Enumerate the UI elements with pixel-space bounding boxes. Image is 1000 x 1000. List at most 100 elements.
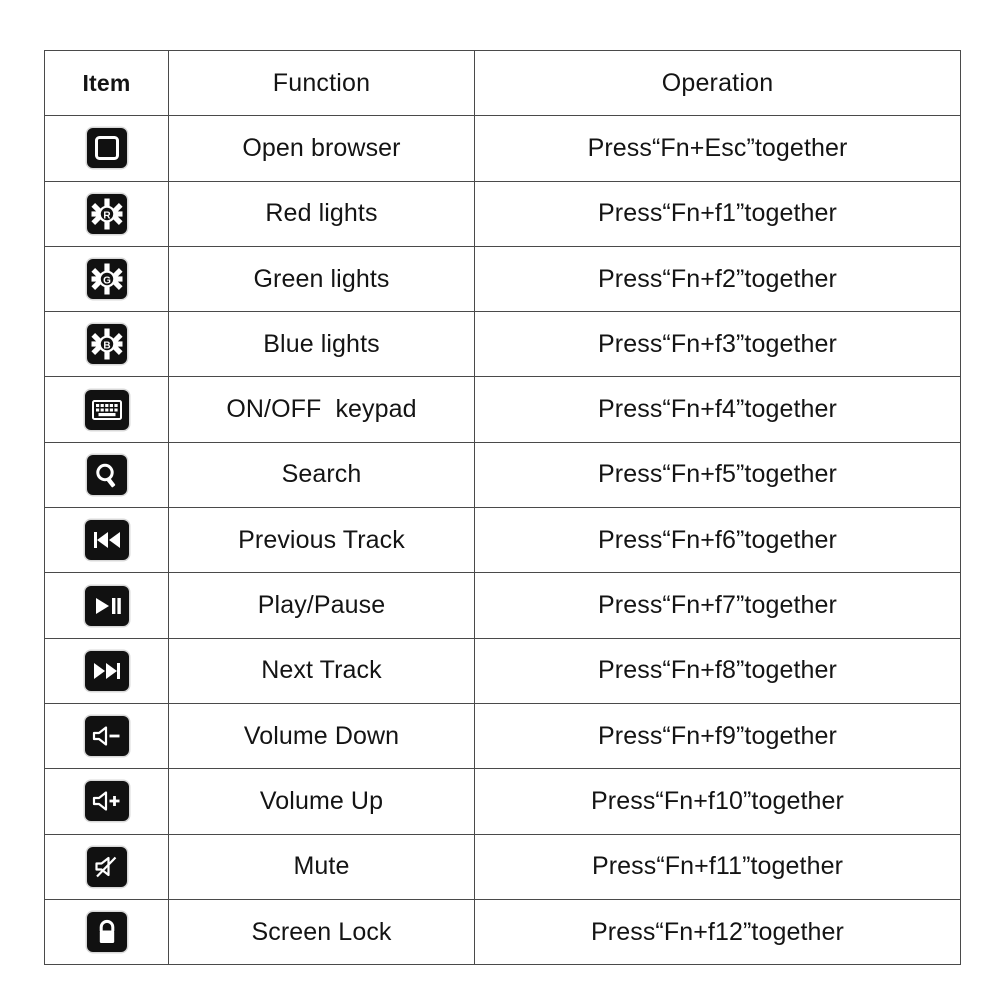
header-cell-item: Item: [44, 49, 169, 117]
operation-cell: Press“Fn+Esc”together: [474, 115, 961, 182]
table-row: B Blue lights Press“Fn+f3”together: [44, 311, 961, 378]
icon-cell: [44, 441, 169, 509]
operation-cell: Press“Fn+f8”together: [474, 637, 961, 704]
icon-wrap: [45, 443, 168, 507]
operation-label: Press“Fn+f11”together: [591, 852, 844, 881]
page-root: Item Function Operation Open browser Pre…: [0, 0, 1000, 1000]
icon-cell: [44, 376, 169, 443]
function-cell: Blue lights: [168, 311, 475, 378]
operation-cell: Press“Fn+f1”together: [474, 180, 961, 247]
function-label: ON/OFF keypad: [226, 395, 417, 424]
blue-light-icon: B: [86, 324, 127, 365]
icon-cell: G: [44, 245, 169, 313]
operation-label: Press“Fn+f3”together: [598, 329, 837, 358]
icon-wrap: [45, 900, 168, 964]
icon-wrap: [45, 704, 168, 768]
table-row: Volume Down Press“Fn+f9”together: [44, 702, 961, 770]
browser-square-icon: [86, 128, 127, 169]
icon-wrap: [45, 508, 168, 572]
operation-cell: Press“Fn+f12”together: [474, 898, 961, 966]
icon-cell: [44, 115, 169, 182]
function-cell: Red lights: [168, 180, 475, 247]
function-label: Green lights: [253, 264, 390, 293]
icon-wrap: B: [45, 312, 168, 376]
operation-label: Press“Fn+f7”together: [598, 591, 837, 620]
function-label: Blue lights: [263, 329, 380, 358]
icon-wrap: [45, 769, 168, 833]
table-row: Open browser Press“Fn+Esc”together: [44, 115, 961, 182]
header-label-item: Item: [82, 69, 131, 96]
function-label: Red lights: [265, 199, 378, 228]
table-row: Screen Lock Press“Fn+f12”together: [44, 898, 961, 966]
keypad-icon: [84, 389, 129, 430]
operation-label: Press“Fn+f12”together: [591, 917, 844, 946]
icon-wrap: G: [45, 247, 168, 311]
icon-wrap: [45, 835, 168, 899]
function-label: Open browser: [242, 133, 401, 162]
icon-cell: [44, 637, 169, 704]
function-label: Volume Down: [243, 721, 400, 750]
previous-track-icon: [84, 520, 129, 561]
function-cell: Volume Down: [168, 702, 475, 770]
function-label: Previous Track: [238, 525, 405, 554]
function-cell: Previous Track: [168, 507, 475, 574]
function-cell: Green lights: [168, 245, 475, 313]
table-row: G Green lights Press“Fn+f2”together: [44, 245, 961, 313]
operation-cell: Press“Fn+f7”together: [474, 572, 961, 639]
operation-cell: Press“Fn+f2”together: [474, 245, 961, 313]
function-cell: Open browser: [168, 115, 475, 182]
red-light-icon: R: [86, 193, 127, 234]
mute-icon: [86, 846, 127, 887]
operation-cell: Press“Fn+f4”together: [474, 376, 961, 443]
search-icon: [86, 454, 127, 495]
function-cell: Search: [168, 441, 475, 509]
light-letter: B: [103, 341, 110, 352]
light-letter: R: [103, 210, 111, 221]
function-label: Volume Up: [259, 786, 384, 815]
header-label-function: Function: [272, 68, 371, 97]
operation-cell: Press“Fn+f5”together: [474, 441, 961, 509]
function-cell: Next Track: [168, 637, 475, 704]
table-row: Volume Up Press“Fn+f10”together: [44, 768, 961, 835]
table-row: Previous Track Press“Fn+f6”together: [44, 507, 961, 574]
function-cell: Volume Up: [168, 768, 475, 835]
icon-cell: B: [44, 311, 169, 378]
icon-cell: [44, 898, 169, 966]
operation-cell: Press“Fn+f9”together: [474, 702, 961, 770]
icon-wrap: [45, 116, 168, 180]
function-cell: Screen Lock: [168, 898, 475, 966]
icon-cell: [44, 768, 169, 835]
operation-cell: Press“Fn+f11”together: [474, 833, 961, 900]
table-row: Search Press“Fn+f5”together: [44, 441, 961, 509]
operation-cell: Press“Fn+f3”together: [474, 311, 961, 378]
icon-wrap: [45, 378, 168, 442]
icon-wrap: [45, 574, 168, 638]
icon-wrap: R: [45, 182, 168, 246]
function-label: Next Track: [261, 656, 382, 685]
function-label: Mute: [293, 852, 350, 881]
volume-up-icon: [84, 781, 129, 822]
table-row: Next Track Press“Fn+f8”together: [44, 637, 961, 704]
green-light-icon: G: [86, 259, 127, 300]
icon-cell: [44, 507, 169, 574]
icon-cell: R: [44, 180, 169, 247]
function-label: Screen Lock: [251, 917, 392, 946]
icon-cell: [44, 572, 169, 639]
operation-label: Press“Fn+f2”together: [598, 264, 837, 293]
operation-label: Press“Fn+Esc”together: [587, 133, 848, 162]
operation-label: Press“Fn+f1”together: [598, 199, 837, 228]
play-pause-icon: [84, 585, 129, 626]
table-row: R Red lights Press“Fn+f1”together: [44, 180, 961, 247]
operation-cell: Press“Fn+f10”together: [474, 768, 961, 835]
operation-label: Press“Fn+f10”together: [591, 786, 844, 815]
table-row: ON/OFF keypad Press“Fn+f4”together: [44, 376, 961, 443]
operation-label: Press“Fn+f5”together: [598, 460, 837, 489]
operation-label: Press“Fn+f4”together: [598, 395, 837, 424]
operation-cell: Press“Fn+f6”together: [474, 507, 961, 574]
function-cell: Mute: [168, 833, 475, 900]
header-cell-function: Function: [168, 49, 475, 117]
operation-label: Press“Fn+f9”together: [598, 721, 837, 750]
table-row: Play/Pause Press“Fn+f7”together: [44, 572, 961, 639]
table-header-row: Item Function Operation: [44, 49, 961, 117]
operation-label: Press“Fn+f6”together: [598, 525, 837, 554]
